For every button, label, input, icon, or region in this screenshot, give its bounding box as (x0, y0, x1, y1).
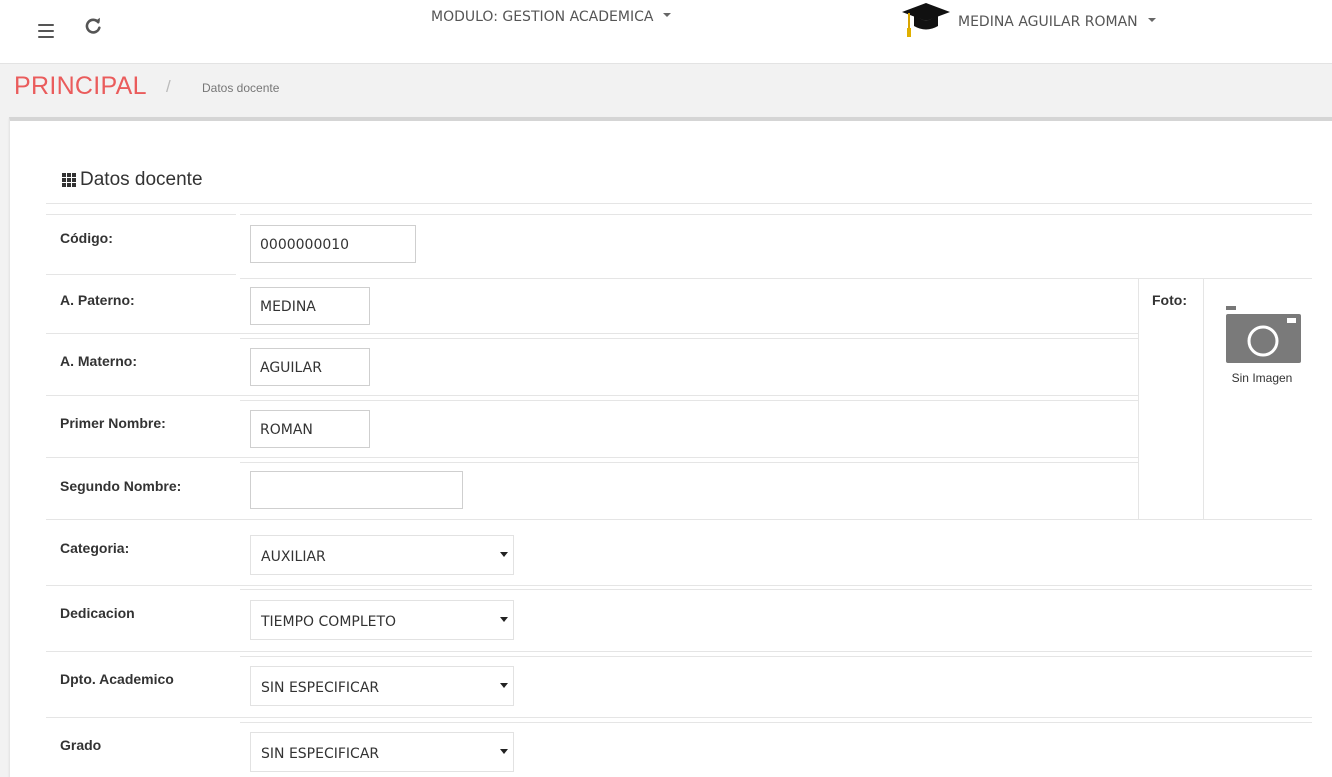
module-dropdown[interactable]: MODULO: GESTION ACADEMICA (431, 9, 672, 25)
divider (46, 274, 236, 275)
user-dropdown[interactable]: MEDINA AGUILAR ROMAN (900, 2, 1156, 42)
divider (46, 395, 1138, 396)
chevron-down-icon (500, 749, 508, 754)
teacher-data-card: Datos docente (9, 117, 1332, 777)
divider (240, 462, 1138, 463)
paterno-input[interactable]: MEDINA (250, 287, 370, 325)
categoria-select[interactable]: AUXILIAR (250, 535, 514, 575)
divider (240, 722, 1312, 723)
categoria-label: Categoria: (60, 540, 130, 556)
divider (240, 589, 1312, 590)
card-title: Datos docente (62, 169, 203, 191)
segundo-nombre-input[interactable] (250, 471, 463, 509)
hamburger-menu-icon[interactable] (38, 24, 54, 38)
divider (46, 333, 1138, 334)
primer-nombre-label: Primer Nombre: (60, 415, 166, 431)
foto-label: Foto: (1152, 292, 1187, 308)
divider (46, 457, 1138, 458)
dedicacion-selected-value: TIEMPO COMPLETO (261, 614, 397, 630)
dpto-academico-label: Dpto. Academico (60, 671, 174, 687)
breadcrumb-separator: / (166, 77, 171, 96)
materno-input[interactable]: AGUILAR (250, 348, 370, 386)
divider (46, 203, 1312, 204)
top-navbar: MODULO: GESTION ACADEMICA MEDINA AGUILAR… (0, 0, 1332, 64)
divider (46, 651, 1312, 652)
divider (46, 519, 1312, 520)
grado-label: Grado (60, 737, 102, 753)
dpto-academico-selected-value: SIN ESPECIFICAR (261, 680, 380, 696)
segundo-nombre-label: Segundo Nombre: (60, 478, 182, 494)
grid-icon (62, 173, 76, 187)
module-dropdown-label: MODULO: GESTION ACADEMICA (431, 9, 654, 25)
dedicacion-label: Dedicacion (60, 605, 135, 621)
breadcrumb: PRINCIPAL / Datos docente (0, 65, 1332, 110)
dedicacion-select[interactable]: TIEMPO COMPLETO (250, 600, 514, 640)
codigo-label: Código: (60, 230, 113, 246)
card-title-text: Datos docente (80, 169, 203, 190)
chevron-down-icon (500, 683, 508, 688)
user-name: MEDINA AGUILAR ROMAN (958, 14, 1138, 30)
photo-caption: Sin Imagen (1231, 371, 1293, 385)
dpto-academico-select[interactable]: SIN ESPECIFICAR (250, 666, 514, 706)
divider (240, 214, 1312, 215)
breadcrumb-current: Datos docente (202, 81, 280, 95)
chevron-down-icon (500, 552, 508, 557)
divider (240, 400, 1138, 401)
grado-selected-value: SIN ESPECIFICAR (261, 746, 380, 762)
chevron-down-icon (500, 617, 508, 622)
divider (46, 717, 1312, 718)
breadcrumb-home-link[interactable]: PRINCIPAL (14, 72, 147, 101)
chevron-down-icon (1147, 18, 1156, 22)
primer-nombre-input[interactable]: ROMAN (250, 410, 370, 448)
divider (240, 278, 1312, 279)
chevron-down-icon (663, 13, 672, 17)
codigo-input[interactable]: 0000000010 (250, 225, 416, 263)
paterno-label: A. Paterno: (60, 292, 135, 308)
divider (240, 656, 1312, 657)
camera-icon (1226, 306, 1301, 363)
graduation-cap-icon (900, 1, 952, 44)
divider (240, 338, 1138, 339)
divider (46, 214, 236, 215)
refresh-icon[interactable] (84, 17, 102, 35)
divider (1138, 278, 1139, 519)
divider (46, 585, 1312, 586)
divider (1203, 278, 1204, 519)
categoria-selected-value: AUXILIAR (261, 549, 326, 565)
grado-select[interactable]: SIN ESPECIFICAR (250, 732, 514, 772)
photo-placeholder[interactable] (1212, 189, 1302, 269)
materno-label: A. Materno: (60, 353, 137, 369)
